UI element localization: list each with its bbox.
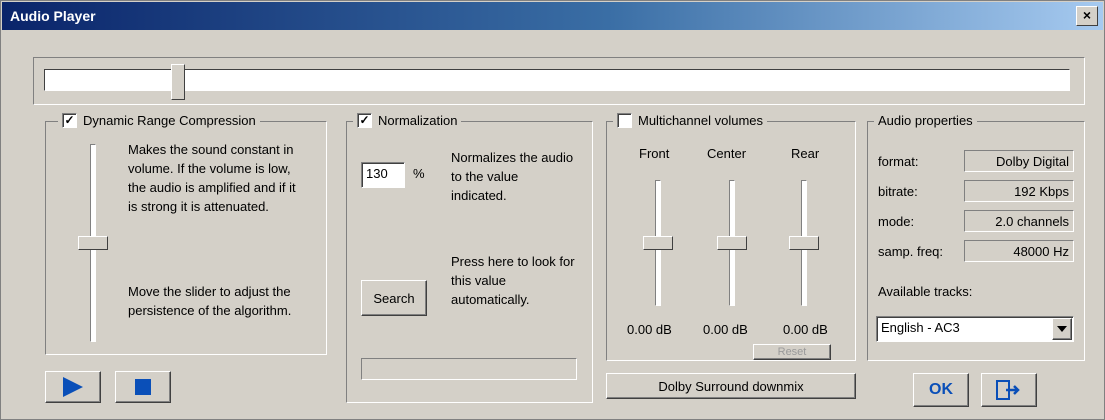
front-slider-thumb[interactable] bbox=[643, 236, 673, 250]
center-channel-label: Center bbox=[707, 146, 747, 161]
normalization-checkbox[interactable]: ✓ bbox=[357, 113, 372, 128]
rear-volume-slider[interactable] bbox=[787, 180, 823, 308]
dolby-surround-downmix-button[interactable]: Dolby Surround downmix bbox=[606, 373, 856, 399]
seek-thumb[interactable] bbox=[171, 64, 185, 100]
normalization-progress bbox=[361, 358, 577, 380]
seek-bar-frame bbox=[33, 57, 1085, 105]
rear-volume-value: 0.00 dB bbox=[783, 322, 828, 337]
front-volume-slider[interactable] bbox=[641, 180, 677, 308]
rear-slider-thumb[interactable] bbox=[789, 236, 819, 250]
drc-slider[interactable] bbox=[74, 144, 114, 344]
normalization-unit: % bbox=[413, 166, 425, 181]
downmix-label: Dolby Surround downmix bbox=[658, 378, 804, 394]
close-icon: × bbox=[1082, 7, 1092, 23]
stop-icon bbox=[135, 379, 151, 395]
play-button[interactable] bbox=[45, 371, 101, 403]
center-volume-slider[interactable] bbox=[715, 180, 751, 308]
normalization-legend: ✓ Normalization bbox=[353, 113, 462, 128]
chevron-down-icon bbox=[1057, 326, 1067, 332]
available-tracks-label: Available tracks: bbox=[878, 284, 973, 299]
drc-label: Dynamic Range Compression bbox=[83, 113, 256, 128]
sample-frequency-value: 48000 Hz bbox=[964, 240, 1074, 262]
normalization-description: Normalizes the audio to the value indica… bbox=[451, 150, 574, 203]
exit-icon bbox=[996, 380, 1020, 400]
ok-button-label: OK bbox=[929, 381, 953, 398]
drc-group: ✓ Dynamic Range Compression Makes the so… bbox=[45, 113, 327, 355]
stop-button[interactable] bbox=[115, 371, 171, 403]
drc-description: Makes the sound constant in volume. If t… bbox=[128, 142, 296, 214]
multichannel-checkbox[interactable] bbox=[617, 113, 632, 128]
mode-value: 2.0 channels bbox=[964, 210, 1074, 232]
mode-label: mode: bbox=[878, 214, 915, 229]
exit-button[interactable] bbox=[981, 373, 1037, 407]
audio-properties-title: Audio properties bbox=[878, 113, 973, 128]
multichannel-label: Multichannel volumes bbox=[638, 113, 764, 128]
tracks-dropdown-button[interactable] bbox=[1052, 318, 1072, 340]
normalization-value-input[interactable]: 130 bbox=[361, 162, 405, 188]
drc-legend: ✓ Dynamic Range Compression bbox=[58, 113, 260, 128]
reset-button[interactable]: Reset bbox=[753, 344, 831, 360]
close-button[interactable]: × bbox=[1076, 6, 1098, 26]
front-channel-label: Front bbox=[639, 146, 670, 161]
audio-player-window: Audio Player × ✓ Dynamic Range Compressi… bbox=[0, 0, 1105, 420]
search-button[interactable]: Search bbox=[361, 280, 427, 316]
front-volume-value: 0.00 dB bbox=[627, 322, 672, 337]
normalization-search-hint: Press here to look for this value automa… bbox=[451, 254, 575, 307]
play-icon bbox=[63, 377, 83, 397]
normalization-label: Normalization bbox=[378, 113, 458, 128]
audio-properties-legend: Audio properties bbox=[874, 113, 977, 128]
normalization-value: 130 bbox=[366, 166, 388, 181]
tracks-select[interactable]: English - AC3 bbox=[876, 316, 1074, 342]
drc-slider-thumb[interactable] bbox=[78, 236, 108, 250]
sample-frequency-label: samp. freq: bbox=[878, 244, 944, 259]
bitrate-label: bitrate: bbox=[878, 184, 918, 199]
drc-checkbox[interactable]: ✓ bbox=[62, 113, 77, 128]
center-volume-value: 0.00 dB bbox=[703, 322, 748, 337]
tracks-select-value: English - AC3 bbox=[881, 320, 960, 335]
bitrate-value: 192 Kbps bbox=[964, 180, 1074, 202]
search-button-label: Search bbox=[373, 290, 415, 306]
multichannel-legend: Multichannel volumes bbox=[613, 113, 768, 128]
ok-button[interactable]: OK bbox=[913, 373, 969, 407]
normalization-group: ✓ Normalization 130 % Normalizes the aud… bbox=[346, 113, 593, 403]
rear-channel-label: Rear bbox=[791, 146, 820, 161]
reset-button-label: Reset bbox=[777, 346, 807, 358]
drc-hint: Move the slider to adjust the persistenc… bbox=[128, 284, 292, 318]
title-bar[interactable]: Audio Player × bbox=[2, 2, 1103, 30]
window-title: Audio Player bbox=[10, 8, 96, 24]
seek-bar[interactable] bbox=[44, 64, 1070, 100]
format-label: format: bbox=[878, 154, 919, 169]
format-value: Dolby Digital bbox=[964, 150, 1074, 172]
audio-properties-group: Audio properties format: Dolby Digital b… bbox=[867, 113, 1085, 361]
multichannel-group: Multichannel volumes Front Center Rear 0… bbox=[606, 113, 856, 361]
center-slider-thumb[interactable] bbox=[717, 236, 747, 250]
